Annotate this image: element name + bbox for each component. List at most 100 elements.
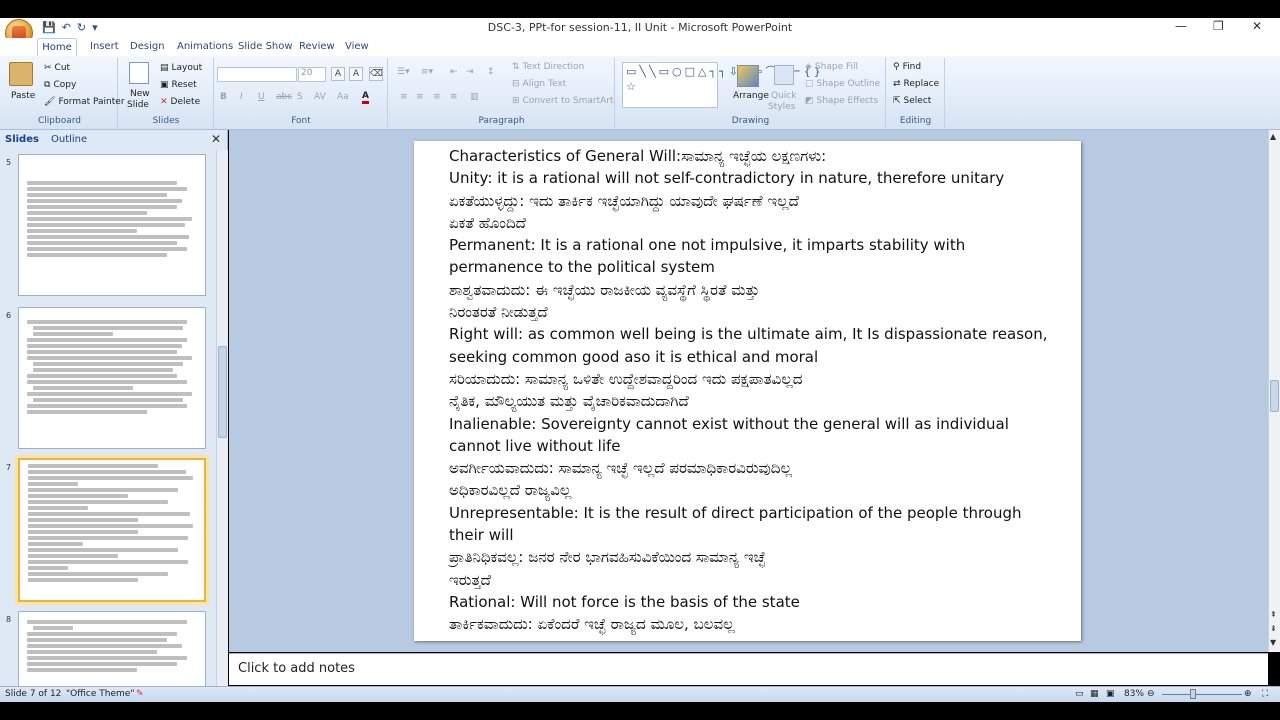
- shapes-gallery[interactable]: ▭╲╲▭○□△┐┐⇩⇨⇦⌒∿⌐{}☆: [622, 62, 821, 108]
- new-slide-icon[interactable]: [129, 62, 149, 84]
- fit-to-window-icon[interactable]: ⛶: [1262, 689, 1268, 699]
- normal-view-icon[interactable]: ▭: [1075, 689, 1084, 699]
- arrange-icon[interactable]: [737, 65, 759, 87]
- decrease-indent-icon[interactable]: ⇤: [450, 67, 458, 77]
- italic-icon[interactable]: I: [240, 92, 243, 102]
- slide-canvas[interactable]: Characteristics of General Will:ಸಾಮಾನ್ಯ …: [414, 141, 1081, 641]
- slide-counter: Slide 7 of 12: [5, 689, 62, 699]
- thumbnail-scrollbar[interactable]: [216, 150, 228, 686]
- slide-thumbnail-8[interactable]: [18, 611, 206, 687]
- tab-home[interactable]: Home: [37, 38, 77, 57]
- grow-font-icon[interactable]: A: [331, 67, 345, 81]
- notes-pane[interactable]: Click to add notes: [229, 653, 1268, 685]
- zoom-slider[interactable]: [1162, 694, 1242, 695]
- shape-fill-button[interactable]: ◈ Shape Fill: [805, 62, 858, 72]
- editor-scroll-thumb[interactable]: [1270, 380, 1279, 412]
- numbering-icon[interactable]: ≡▾: [421, 67, 433, 77]
- tab-view[interactable]: View: [345, 41, 369, 52]
- slide-sorter-icon[interactable]: ▦: [1090, 689, 1099, 699]
- copy-button[interactable]: ⧉ Copy: [44, 80, 76, 90]
- text-direction-button[interactable]: ⇅ Text Direction: [512, 62, 584, 72]
- underline-icon[interactable]: U: [258, 92, 265, 102]
- shape-effects-button[interactable]: ◩ Shape Effects: [805, 96, 878, 106]
- zoom-out-icon[interactable]: ⊖: [1147, 689, 1155, 699]
- slide-show-icon[interactable]: ▣: [1106, 689, 1115, 699]
- tab-review[interactable]: Review: [299, 41, 335, 52]
- slide-line: their will: [449, 526, 514, 545]
- reset-button[interactable]: ▣ Reset: [160, 80, 197, 90]
- paragraph-group-label: Paragraph: [478, 116, 525, 126]
- shape-fill-label: Shape Fill: [814, 62, 858, 72]
- format-painter-button[interactable]: 🖌 Format Painter: [44, 97, 125, 107]
- minimize-button[interactable]: —: [1175, 19, 1187, 33]
- align-text-button[interactable]: ⊟ Align Text: [512, 79, 566, 89]
- notes-placeholder[interactable]: Click to add notes: [238, 661, 355, 676]
- cut-button[interactable]: ✂ Cut: [44, 63, 70, 73]
- columns-icon[interactable]: ▥: [470, 92, 479, 102]
- font-name-field[interactable]: [217, 67, 297, 82]
- zoom-slider-thumb[interactable]: [1190, 689, 1196, 699]
- arrange-button[interactable]: Arrange: [733, 91, 769, 101]
- cut-icon: ✂: [44, 63, 52, 73]
- slide-thumbnail-5[interactable]: [18, 154, 206, 296]
- bold-icon[interactable]: B: [220, 92, 227, 102]
- delete-button[interactable]: ✕ Delete: [160, 97, 200, 107]
- slide-text-body[interactable]: Characteristics of General Will:ಸಾಮಾನ್ಯ …: [449, 145, 1069, 636]
- drawing-group-label: Drawing: [731, 116, 770, 126]
- change-case-icon[interactable]: Aa: [337, 92, 349, 102]
- char-spacing-icon[interactable]: AV: [314, 92, 326, 102]
- line-spacing-icon[interactable]: ↕: [487, 67, 495, 77]
- layout-icon: ▤: [160, 63, 169, 73]
- new-slide-label-2[interactable]: Slide: [127, 100, 149, 110]
- quick-styles-label[interactable]: Quick: [771, 91, 796, 101]
- previous-slide-icon[interactable]: ⇞: [1270, 610, 1277, 619]
- tab-slides[interactable]: Slides: [5, 134, 39, 145]
- thumbnail-scroll-thumb[interactable]: [218, 346, 227, 438]
- close-button[interactable]: ✕: [1252, 19, 1262, 33]
- select-button[interactable]: ⇱ Select: [893, 96, 931, 106]
- paste-icon[interactable]: [9, 62, 33, 86]
- binoculars-icon: ⚲: [893, 62, 900, 72]
- shadow-icon[interactable]: S: [297, 92, 303, 102]
- tab-insert[interactable]: Insert: [90, 41, 119, 52]
- slide-line: seeking common good aso it is ethical an…: [449, 347, 819, 366]
- quick-styles-icon[interactable]: [774, 65, 794, 85]
- shape-outline-label: Shape Outline: [816, 79, 881, 89]
- copy-label: Copy: [53, 80, 77, 90]
- scroll-down-icon[interactable]: ▼: [1270, 638, 1276, 647]
- align-right-icon[interactable]: ≡: [433, 92, 441, 102]
- shape-outline-button[interactable]: ▢ Shape Outline: [805, 79, 880, 89]
- strikethrough-icon[interactable]: abc: [276, 92, 292, 102]
- next-slide-icon[interactable]: ⇟: [1270, 624, 1277, 633]
- font-color-icon[interactable]: A: [362, 91, 369, 104]
- find-button[interactable]: ⚲ Find: [893, 62, 921, 72]
- clear-format-icon[interactable]: ⌫: [369, 67, 383, 81]
- increase-indent-icon[interactable]: ⇥: [466, 67, 474, 77]
- scroll-up-icon[interactable]: ▲: [1270, 132, 1276, 141]
- convert-smartart-button[interactable]: ⊞ Convert to SmartArt: [512, 96, 614, 106]
- quick-styles-label-2[interactable]: Styles: [768, 102, 795, 112]
- zoom-level[interactable]: 83%: [1124, 689, 1144, 699]
- tab-outline[interactable]: Outline: [51, 134, 87, 145]
- thumb-number: 7: [6, 463, 12, 472]
- tab-animations[interactable]: Animations: [177, 41, 233, 52]
- tab-slide-show[interactable]: Slide Show: [238, 41, 293, 52]
- slide-thumbnail-7-selected[interactable]: [18, 458, 206, 602]
- justify-icon[interactable]: ≡: [450, 92, 458, 102]
- shrink-font-icon[interactable]: A: [349, 67, 363, 81]
- slide-thumbnail-6[interactable]: [18, 307, 206, 449]
- new-slide-label[interactable]: New: [130, 89, 150, 99]
- bullets-icon[interactable]: ☰▾: [397, 67, 410, 77]
- tab-design[interactable]: Design: [130, 41, 165, 52]
- replace-button[interactable]: ⇄ Replace: [893, 79, 939, 89]
- layout-button[interactable]: ▤ Layout: [160, 63, 202, 73]
- paste-button[interactable]: Paste: [11, 91, 35, 101]
- restore-button[interactable]: ❐: [1213, 19, 1224, 33]
- close-panel-icon[interactable]: ✕: [211, 132, 221, 146]
- align-left-icon[interactable]: ≡: [400, 92, 408, 102]
- align-center-icon[interactable]: ≡: [416, 92, 424, 102]
- font-size-field[interactable]: 20: [298, 67, 326, 82]
- zoom-in-icon[interactable]: ⊕: [1244, 689, 1252, 699]
- spelling-check-icon[interactable]: ✎: [136, 689, 144, 699]
- editor-scrollbar[interactable]: ▲ ⇞ ⇟ ▼: [1268, 130, 1280, 652]
